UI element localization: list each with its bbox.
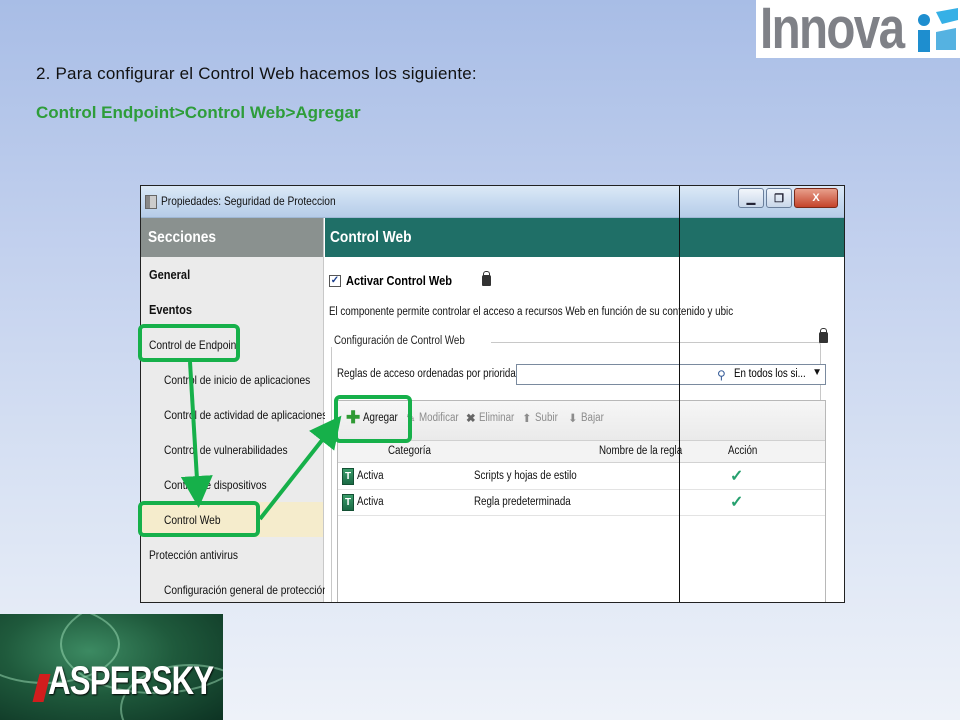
sidebar-header: Secciones: [141, 218, 323, 257]
checkmark-icon: ✓: [730, 468, 744, 485]
sidebar-item-control-vulnerabilidades[interactable]: Control de vulnerabilidades: [141, 432, 323, 467]
table-row[interactable]: T Activa Regla predeterminada ✓: [338, 490, 825, 516]
row-rule-name: Scripts y hojas de estilo: [474, 470, 577, 482]
row-category: Activa: [357, 470, 384, 482]
kaspersky-brand-text: ASPERSKY: [48, 659, 214, 703]
window-titlebar: Propiedades: Seguridad de Proteccion ▁ ❐…: [141, 186, 844, 218]
rules-search-filter[interactable]: ⚲ En todos los si... ▼: [516, 364, 826, 385]
rules-table-header: Categoría Nombre de la regla Acción: [338, 441, 825, 463]
sidebar-item-general[interactable]: General: [141, 257, 323, 292]
window-controls: ▁ ❐ X: [738, 188, 838, 208]
move-down-button[interactable]: ⬇ Bajar: [568, 411, 608, 425]
close-button[interactable]: X: [794, 188, 838, 208]
sidebar-item-control-dispositivos[interactable]: Control de dispositivos: [141, 467, 323, 502]
status-active-icon: T: [342, 494, 354, 511]
sidebar-item-configuracion-general[interactable]: Configuración general de protección: [141, 572, 328, 602]
enable-control-web-checkbox[interactable]: ✓: [329, 274, 341, 287]
main-header: Control Web: [325, 218, 844, 257]
window-title: Propiedades: Seguridad de Proteccion: [161, 194, 336, 208]
sidebar-item-control-actividad-aplicaciones[interactable]: Control de actividad de aplicaciones: [141, 397, 327, 432]
highlight-add-button: [334, 395, 412, 443]
group-lock-icon[interactable]: [819, 328, 828, 343]
config-group-title: Configuración de Control Web: [331, 335, 491, 347]
arrow-up-icon: ⬆: [522, 413, 532, 425]
column-header-action[interactable]: Acción: [728, 445, 763, 457]
kaspersky-logo: ASPERSKY: [0, 614, 223, 720]
sidebar-item-eventos[interactable]: Eventos: [141, 292, 323, 327]
slide-title: 2. Para configurar el Control Web hacemo…: [36, 64, 477, 83]
chevron-down-icon[interactable]: ▼: [812, 367, 822, 378]
highlight-control-endpoint: [138, 324, 240, 362]
table-row[interactable]: T Activa Scripts y hojas de estilo ✓: [338, 464, 825, 490]
innova-logo: Innova: [756, 0, 960, 58]
sidebar-item-control-inicio-aplicaciones[interactable]: Control de inicio de aplicaciones: [141, 362, 323, 397]
search-filter-value: En todos los si...: [734, 368, 806, 380]
innova-logo-text: Innova: [760, 0, 905, 61]
enable-control-web-label: Activar Control Web: [346, 273, 453, 288]
modify-button[interactable]: ✎ Modificar: [406, 411, 465, 425]
component-description: El componente permite controlar el acces…: [329, 306, 734, 318]
row-category: Activa: [357, 496, 384, 508]
column-header-rule-name[interactable]: Nombre de la regla: [599, 445, 697, 457]
delete-x-icon: ✖: [466, 413, 476, 425]
maximize-button[interactable]: ❐: [766, 188, 792, 208]
app-icon: [145, 195, 157, 209]
highlight-control-web: [138, 501, 260, 537]
sections-sidebar: Secciones General Eventos Control de End…: [141, 218, 328, 602]
enable-control-web-row: ✓ Activar Control Web: [329, 271, 491, 288]
slide-path: Control Endpoint>Control Web>Agregar: [36, 103, 361, 122]
lock-icon[interactable]: [481, 271, 491, 286]
sidebar-item-proteccion-antivirus[interactable]: Protección antivirus: [141, 537, 323, 572]
minimize-button[interactable]: ▁: [738, 188, 764, 208]
status-active-icon: T: [342, 468, 354, 485]
delete-button[interactable]: ✖ Eliminar: [466, 411, 520, 425]
move-up-button[interactable]: ⬆ Subir: [522, 411, 562, 425]
arrow-down-icon: ⬇: [568, 413, 578, 425]
properties-window: Propiedades: Seguridad de Proteccion ▁ ❐…: [140, 185, 845, 603]
column-header-category[interactable]: Categoría: [388, 445, 439, 457]
vertical-divider-line: [679, 186, 680, 602]
row-rule-name: Regla predeterminada: [474, 496, 571, 508]
checkmark-icon: ✓: [730, 494, 744, 511]
innova-logo-icon: [918, 8, 958, 52]
search-icon: ⚲: [717, 368, 726, 382]
